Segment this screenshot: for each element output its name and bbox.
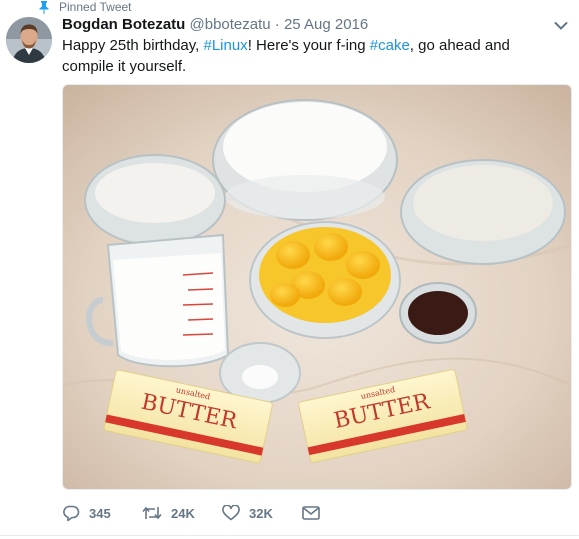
tweet-text: Happy 25th birthday, #Linux! Here's your… <box>62 35 562 77</box>
tweet-photo[interactable]: unsalted BUTTER unsalted BUTTER <box>62 84 572 490</box>
envelope-icon <box>302 506 320 520</box>
reply-button[interactable]: 345 <box>62 504 142 522</box>
author-handle[interactable]: @bbotezatu <box>190 16 271 33</box>
author-name[interactable]: Bogdan Botezatu <box>62 16 185 33</box>
pinned-label: Pinned Tweet <box>59 0 132 14</box>
hashtag-cake-link[interactable]: #cake <box>370 37 410 54</box>
heart-icon <box>222 505 240 521</box>
pin-icon <box>38 0 50 14</box>
pinned-tweet-context: Pinned Tweet <box>38 0 132 14</box>
separator-dot: · <box>274 16 280 33</box>
retweet-icon <box>142 506 162 520</box>
hashtag-linux-link[interactable]: #Linux <box>203 37 247 54</box>
like-button[interactable]: 32K <box>222 505 302 521</box>
direct-message-button[interactable] <box>302 506 320 520</box>
like-count: 32K <box>249 505 273 521</box>
chevron-down-icon <box>554 22 568 30</box>
divider <box>0 535 579 536</box>
retweet-button[interactable]: 24K <box>142 505 222 521</box>
tweet-text-part: ! Here's your f-ing <box>247 37 370 54</box>
retweet-count: 24K <box>171 505 195 521</box>
tweet-header: Bogdan Botezatu @bbotezatu · 25 Aug 2016 <box>62 15 368 35</box>
reply-count: 345 <box>89 505 111 521</box>
tweet-actions: 345 24K 32K <box>62 500 320 526</box>
tweet-date[interactable]: 25 Aug 2016 <box>284 16 368 33</box>
avatar[interactable] <box>6 17 52 63</box>
tweet-text-part: Happy 25th birthday, <box>62 37 204 54</box>
more-options-button[interactable] <box>551 16 571 36</box>
reply-icon <box>63 505 80 522</box>
